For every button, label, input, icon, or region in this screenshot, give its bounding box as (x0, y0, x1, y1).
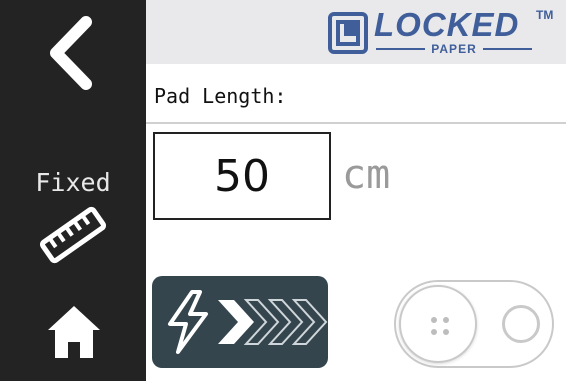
speed-button[interactable] (152, 276, 328, 368)
logo-trademark: TM (536, 8, 554, 22)
logo-mark-icon (328, 12, 368, 54)
unit-label: cm (342, 152, 391, 198)
sidebar: Fixed (0, 0, 146, 381)
knob-dot (443, 329, 449, 335)
knob-dot (431, 329, 437, 335)
toggle-knob[interactable] (399, 285, 477, 363)
pad-length-label: Pad Length: (154, 84, 287, 108)
logo-subtext-label: PAPER (431, 42, 477, 56)
logo-line-left (376, 48, 426, 50)
header: LOCKED TM PAPER (146, 0, 566, 64)
brand-logo: LOCKED TM PAPER (328, 6, 558, 58)
logo-subtext: PAPER (376, 42, 533, 56)
app-screen: Fixed LOCKED TM PAPER Pad Length: 50 cm (0, 0, 566, 381)
logo-text: LOCKED (374, 6, 520, 43)
ruler-icon (39, 206, 107, 264)
home-button[interactable] (44, 300, 104, 362)
pad-length-input[interactable]: 50 (153, 132, 331, 220)
toggle-off-indicator-icon (502, 305, 540, 343)
knob-dot (443, 317, 449, 323)
chevron-left-icon (50, 16, 92, 90)
toggle-switch[interactable] (394, 280, 554, 368)
back-button[interactable] (40, 14, 104, 92)
knob-dot (431, 317, 437, 323)
home-icon (48, 306, 100, 358)
mode-label: Fixed (35, 168, 111, 197)
ruler-button[interactable] (38, 204, 108, 266)
divider (146, 122, 566, 124)
lightning-chevrons-icon (168, 290, 328, 354)
logo-line-right (482, 48, 533, 50)
